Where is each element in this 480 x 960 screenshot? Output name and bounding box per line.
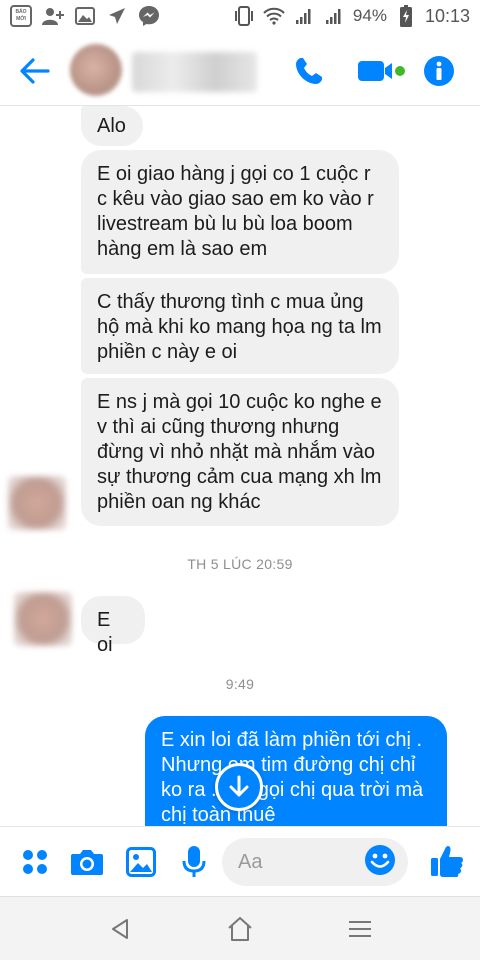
arrow-down-icon <box>229 775 249 797</box>
scroll-to-bottom-button[interactable] <box>215 763 263 811</box>
contact-avatar-small[interactable] <box>8 476 66 530</box>
contact-avatar[interactable] <box>70 44 122 96</box>
like-button[interactable] <box>427 841 467 881</box>
image-icon <box>126 847 156 877</box>
home-icon <box>228 917 252 941</box>
messenger-screen: BÁO MỚI 94% 10:13 Alo E oi giao hàng j g… <box>0 0 480 960</box>
message-list[interactable]: Alo E oi giao hàng j gọi co 1 cuộc r c k… <box>0 106 480 826</box>
baomoi-app-icon: BÁO MỚI <box>10 5 32 27</box>
microphone-icon <box>182 846 206 877</box>
message-bubble-incoming[interactable]: Alo <box>81 106 143 146</box>
message-timestamp: TH 5 LÚC 20:59 <box>187 556 293 572</box>
signal-1-icon <box>293 5 315 27</box>
message-timestamp: 9:49 <box>225 676 255 692</box>
contact-avatar-small[interactable] <box>14 592 72 646</box>
add-contact-icon <box>42 5 64 27</box>
camera-button[interactable] <box>69 844 105 880</box>
nav-back-button[interactable] <box>104 913 136 945</box>
wifi-icon <box>263 5 285 27</box>
message-input-placeholder: Aa <box>238 851 263 873</box>
message-bubble-incoming[interactable]: E oi <box>81 596 145 656</box>
message-bubble-outgoing[interactable]: E xin loi đã làm phiền tới chị . Nhưng e… <box>145 716 447 826</box>
back-triangle-icon <box>112 919 128 939</box>
back-button[interactable] <box>18 54 52 88</box>
gallery-button[interactable] <box>123 844 159 880</box>
emoji-icon <box>365 845 395 875</box>
airplane-icon <box>106 5 128 27</box>
message-bubble-incoming[interactable]: C thấy thương tình c mua ủng hộ mà khi k… <box>81 278 399 374</box>
message-bubble-incoming[interactable]: E ns j mà gọi 10 cuộc ko nghe e v thì ai… <box>81 378 399 526</box>
arrow-left-icon <box>20 58 50 84</box>
system-nav-bar <box>0 896 480 960</box>
battery-percent: 94% <box>352 6 387 25</box>
contact-name-redacted[interactable] <box>132 52 257 92</box>
battery-charging-icon <box>395 5 417 27</box>
emoji-button[interactable] <box>364 844 400 880</box>
message-input[interactable]: Aa <box>222 838 408 886</box>
gallery-icon <box>74 5 96 27</box>
apps-icon <box>23 850 47 874</box>
clock: 10:13 <box>424 5 470 26</box>
video-call-button[interactable] <box>354 52 408 90</box>
thumbs-up-icon <box>431 846 463 877</box>
message-bubble-incoming[interactable]: E oi giao hàng j gọi co 1 cuộc r c kêu v… <box>81 150 399 274</box>
apps-button[interactable] <box>17 844 53 880</box>
info-icon <box>424 56 454 86</box>
conversation-header <box>0 34 480 106</box>
vibrate-icon <box>233 5 255 27</box>
messenger-icon <box>138 5 160 27</box>
nav-home-button[interactable] <box>224 913 256 945</box>
menu-icon <box>349 921 371 937</box>
phone-icon <box>296 58 322 84</box>
video-camera-icon <box>358 61 405 81</box>
status-bar: BÁO MỚI 94% 10:13 <box>0 0 480 34</box>
call-button[interactable] <box>290 52 328 90</box>
signal-2-icon <box>323 5 345 27</box>
camera-icon <box>71 850 103 875</box>
voice-button[interactable] <box>176 844 212 880</box>
message-composer: Aa <box>0 826 480 896</box>
info-button[interactable] <box>420 52 458 90</box>
nav-menu-button[interactable] <box>344 913 376 945</box>
